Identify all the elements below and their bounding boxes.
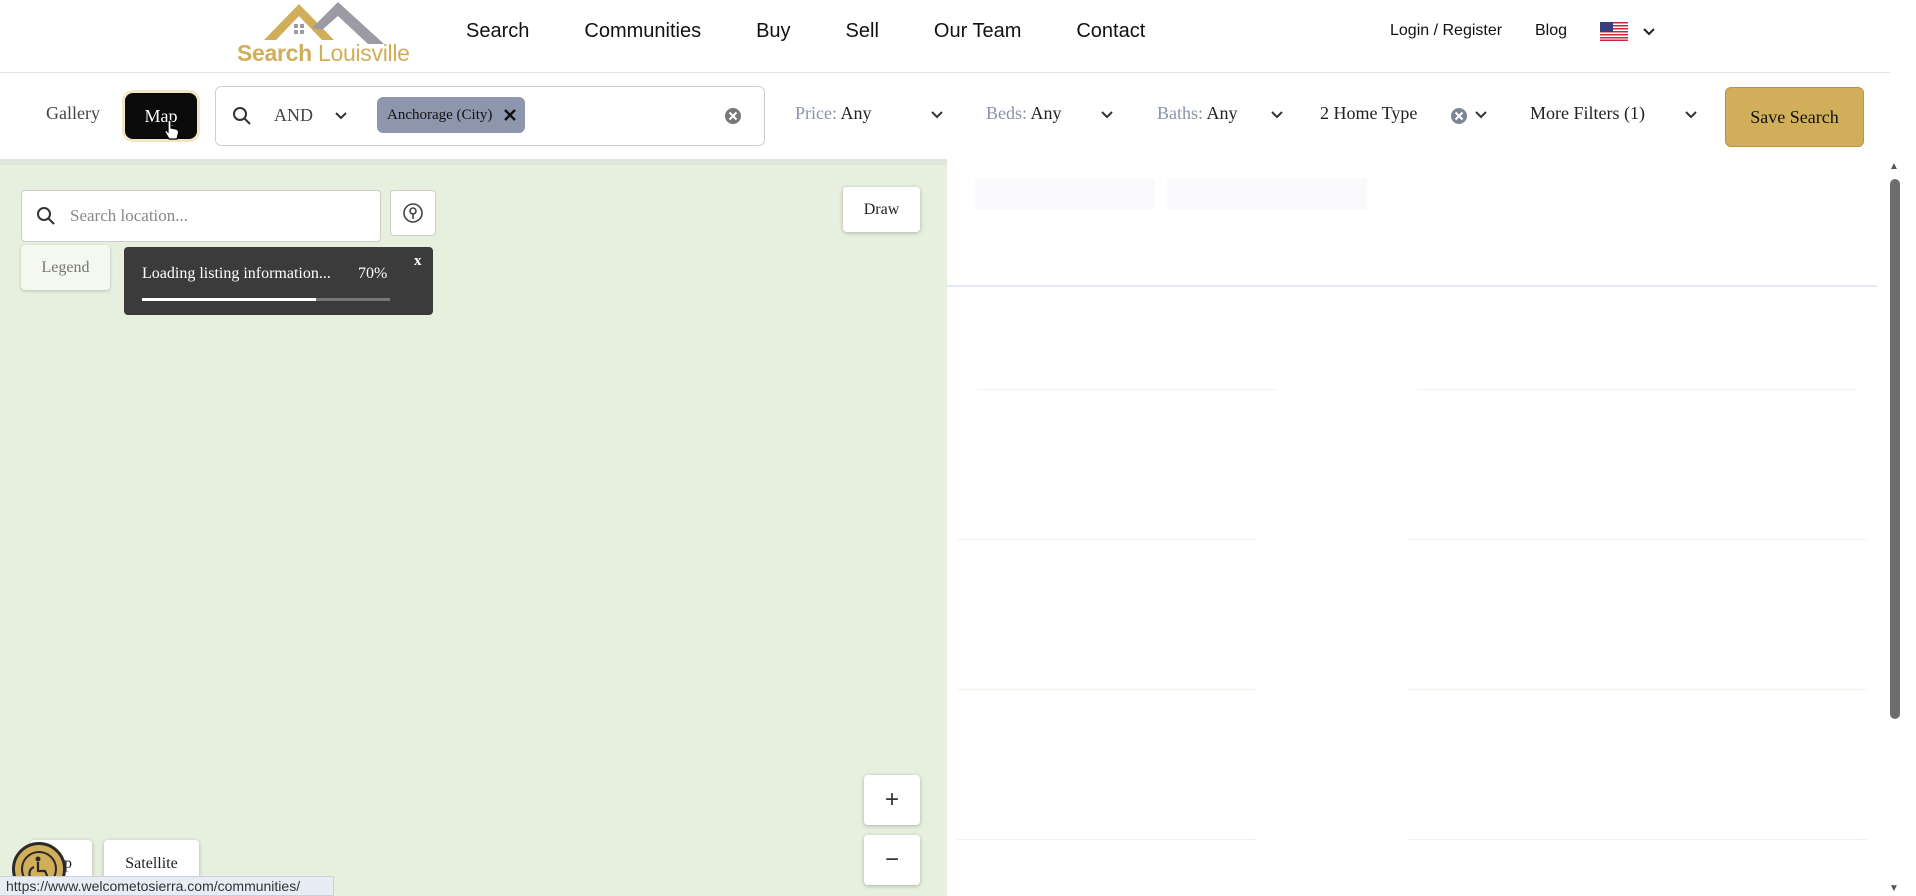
location-chip: Anchorage (City) [377,97,525,133]
logo-word-thin: Louisville [318,40,410,66]
nav-search[interactable]: Search [466,20,529,43]
more-filters-chevron-down-icon[interactable] [1684,108,1698,122]
nav-sell[interactable]: Sell [846,20,879,43]
location-search-icon [37,207,55,225]
skeleton-block [975,179,1155,209]
map-area[interactable]: Search location... Draw Legend Loading l… [0,159,947,896]
nav-buy[interactable]: Buy [756,20,790,43]
baths-filter[interactable]: Baths: Any [1157,103,1238,124]
status-url-bar: https://www.welcometosierra.com/communit… [0,876,334,896]
scroll-down-arrow-icon[interactable]: ▼ [1889,883,1899,894]
home-type-filter[interactable]: 2 Home Type [1320,103,1417,124]
search-operator[interactable]: AND [274,105,313,126]
operator-chevron-down-icon[interactable] [334,109,348,123]
site-logo[interactable]: Search Louisville [234,0,430,68]
zoom-in-button[interactable]: + [864,775,920,825]
clear-home-type-icon[interactable] [1450,107,1468,125]
loading-progress-track [142,298,390,301]
tab-gallery[interactable]: Gallery [46,103,100,124]
us-flag-icon[interactable] [1600,22,1628,41]
logo-wordmark: Search Louisville [237,40,410,67]
location-search-placeholder: Search location... [70,206,189,225]
location-search-input[interactable]: Search location... [21,190,381,242]
location-pin-icon [403,203,423,223]
skeleton-line [957,539,1257,540]
legend-button[interactable]: Legend [21,245,110,290]
draw-button[interactable]: Draw [843,187,920,232]
beds-chevron-down-icon[interactable] [1100,108,1114,122]
main-nav: Search Communities Buy Sell Our Team Con… [466,20,1145,43]
clear-search-icon[interactable] [724,107,742,125]
zoom-out-button[interactable]: − [864,835,920,885]
loading-close-button[interactable]: x [414,253,422,270]
skeleton-line [1407,689,1867,690]
skeleton-line [1407,839,1867,840]
price-filter[interactable]: Price: Any [795,103,872,124]
nav-communities[interactable]: Communities [584,20,701,43]
site-header: Search Louisville Search Communities Buy… [0,0,1890,73]
save-search-button[interactable]: Save Search [1725,87,1864,147]
panel-divider [947,285,1877,287]
beds-filter[interactable]: Beds: Any [986,103,1062,124]
loading-percent: 70% [358,265,388,282]
login-register-link[interactable]: Login / Register [1390,22,1502,40]
price-filter-label: Price: [795,103,837,123]
skeleton-line [957,839,1257,840]
skeleton-line [1417,389,1857,390]
more-filters[interactable]: More Filters (1) [1530,103,1645,124]
language-chevron-down-icon[interactable] [1642,25,1656,39]
baths-filter-label: Baths: [1157,103,1204,123]
remove-chip-icon[interactable] [503,108,517,122]
loading-toast: Loading listing information... 70% x [124,247,433,315]
location-chip-label: Anchorage (City) [387,106,493,123]
house-logo-icon [264,2,384,44]
skeleton-line [957,689,1257,690]
search-box[interactable]: AND Anchorage (City) [215,86,765,146]
scrollbar-thumb[interactable] [1890,179,1900,719]
my-location-button[interactable] [390,190,436,236]
nav-contact[interactable]: Contact [1076,20,1145,43]
loading-text: Loading listing information... [142,265,331,282]
baths-chevron-down-icon[interactable] [1270,108,1284,122]
tab-map[interactable]: Map [125,93,197,139]
beds-filter-label: Beds: [986,103,1028,123]
filter-bar: Gallery Map AND Anchorage (City) Price: … [0,73,1890,159]
hand-cursor-icon [164,119,180,140]
beds-filter-value: Any [1030,103,1062,123]
home-type-chevron-down-icon[interactable] [1474,108,1488,122]
page-scrollbar[interactable]: ▲ ▼ [1885,159,1907,896]
skeleton-block [1167,179,1367,209]
blog-link[interactable]: Blog [1535,22,1567,40]
price-filter-value: Any [840,103,872,123]
baths-filter-value: Any [1206,103,1238,123]
logo-word-bold: Search [237,40,312,66]
skeleton-line [1407,539,1867,540]
search-icon [233,107,251,125]
nav-our-team[interactable]: Our Team [934,20,1021,43]
listing-panel [947,159,1885,896]
price-chevron-down-icon[interactable] [930,108,944,122]
loading-progress-fill [142,298,316,301]
skeleton-line [977,389,1277,390]
scroll-up-arrow-icon[interactable]: ▲ [1889,161,1899,172]
